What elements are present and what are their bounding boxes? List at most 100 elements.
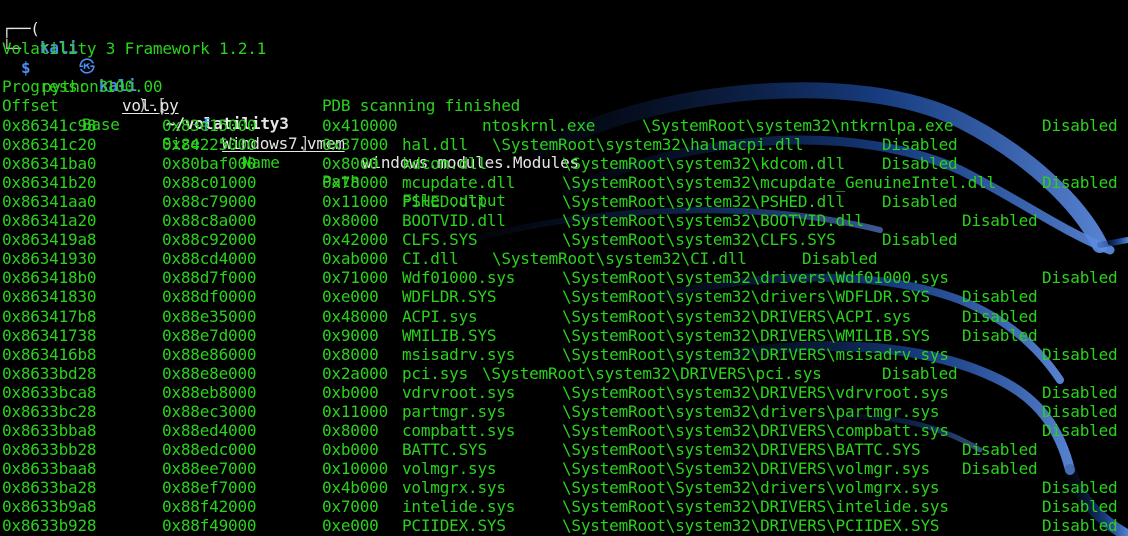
cell-file-output: Disabled [1042, 420, 1118, 440]
cell-base: 0x83e15000 [162, 116, 257, 135]
cell-base: 0x88d7f000 [162, 268, 257, 288]
cell-offset: 0x8633b9a8 [2, 497, 97, 516]
cell-name: volmgr.sys [402, 458, 497, 478]
cell-base: 0x88e35000 [162, 306, 257, 326]
cell-base: 0x88f49000 [162, 516, 257, 536]
cell-offset: 0x8633bc28 [2, 401, 97, 421]
cell-name: kdcom.dll [402, 154, 487, 174]
cell-name: Wdf01000.sys [402, 268, 516, 288]
cell-size: 0x48000 [322, 306, 389, 326]
cell-name: ACPI.sys [402, 306, 478, 326]
cell-size: 0xe000 [322, 516, 379, 536]
cell-size: 0xb000 [322, 439, 379, 459]
command-line[interactable]: └─ $ python3 vol.py -f Windows7.vmem win… [2, 20, 579, 172]
cell-offset: 0x8633bba8 [2, 420, 97, 440]
cell-file-output: Disabled [1042, 344, 1118, 364]
cell-base: 0x88e86000 [162, 344, 257, 364]
cell-base: 0x88f42000 [162, 497, 257, 516]
cell-base: 0x88c01000 [162, 173, 257, 193]
cell-base: 0x88cd4000 [162, 249, 257, 269]
cell-name: vdrvroot.sys [402, 382, 516, 402]
cell-offset: 0x8633bb28 [2, 439, 97, 459]
cell-base: 0x88c8a000 [162, 211, 257, 231]
cell-offset: 0x863419a8 [2, 230, 97, 250]
cell-name: pci.sys [402, 363, 469, 383]
cell-name: partmgr.sys [402, 401, 506, 421]
cell-file-output: Disabled [1042, 116, 1118, 135]
cell-name: PCIIDEX.SYS [402, 516, 506, 536]
header-offset: Offset [2, 96, 59, 115]
cell-path: \SystemRoot\system32\CLFS.SYS [562, 230, 836, 250]
cell-path: \SystemRoot\system32\drivers\partmgr.sys [562, 401, 940, 421]
cell-path: \SystemRoot\system32\drivers\Wdf01000.sy… [562, 268, 949, 288]
cell-offset: 0x86341aa0 [2, 192, 97, 212]
cell-path: \SystemRoot\system32\DRIVERS\msisadrv.sy… [562, 344, 949, 364]
cell-offset: 0x8633baa8 [2, 458, 97, 478]
cell-path: \SystemRoot\system32\CI.dll [492, 249, 747, 269]
cell-file-output: Disabled [1042, 173, 1118, 193]
cell-offset: 0x86341c20 [2, 135, 97, 155]
cell-name: compbatt.sys [402, 420, 516, 440]
prompt-skull-icon: ㉿ [79, 57, 95, 76]
cell-offset: 0x8633bca8 [2, 382, 97, 402]
cell-offset: 0x86341a20 [2, 211, 97, 231]
cell-size: 0x8000 [322, 211, 379, 231]
cell-offset: 0x8633ba28 [2, 477, 97, 497]
cell-base: 0x88e8e000 [162, 363, 257, 383]
cell-size: 0x410000 [322, 116, 398, 135]
cell-name: PSHED.dll [402, 192, 487, 212]
cell-size: 0x78000 [322, 173, 389, 193]
cell-path: \SystemRoot\system32\DRIVERS\PCIIDEX.SYS [562, 516, 940, 536]
cell-name: CLFS.SYS [402, 230, 478, 250]
cell-size: 0xe000 [322, 287, 379, 307]
cell-name: WMILIB.SYS [402, 325, 497, 345]
cell-offset: 0x86341b20 [2, 173, 97, 193]
cell-path: \SystemRoot\system32\halmacpi.dll [492, 135, 804, 155]
cell-name: BOOTVID.dll [402, 211, 506, 231]
cell-file-output: Disabled [802, 249, 878, 269]
cell-file-output: Disabled [882, 135, 958, 155]
cell-size: 0x7000 [322, 497, 379, 516]
cell-name: mcupdate.dll [402, 173, 516, 193]
cell-name: intelide.sys [402, 497, 516, 516]
cell-size: 0x9000 [322, 325, 379, 345]
cell-path: \SystemRoot\System32\DRIVERS\volmgr.sys [562, 458, 930, 478]
cell-base: 0x88ed4000 [162, 420, 257, 440]
cell-path: \SystemRoot\system32\DRIVERS\ACPI.sys [562, 306, 912, 326]
cell-path: \SystemRoot\system32\ntkrnlpa.exe [642, 116, 954, 135]
cell-base: 0x80baf000 [162, 154, 257, 174]
banner: Volatility 3 Framework 1.2.1 [2, 39, 267, 58]
cell-base: 0x88df0000 [162, 287, 257, 307]
cell-file-output: Disabled [962, 287, 1038, 307]
cell-offset: 0x8633b928 [2, 516, 97, 536]
cell-file-output: Disabled [1042, 401, 1118, 421]
cell-file-output: Disabled [1042, 382, 1118, 402]
cell-size: 0x2a000 [322, 363, 389, 383]
cell-file-output: Disabled [882, 192, 958, 212]
cell-name: volmgrx.sys [402, 477, 506, 497]
cell-name: ntoskrnl.exe [482, 116, 596, 135]
cell-path: \SystemRoot\system32\drivers\WDFLDR.SYS [562, 287, 930, 307]
cell-offset: 0x86341ba0 [2, 154, 97, 174]
cell-offset: 0x863417b8 [2, 306, 97, 326]
cell-base: 0x84225000 [162, 135, 257, 155]
cell-path: \SystemRoot\system32\BOOTVID.dll [562, 211, 864, 231]
cell-size: 0x4b000 [322, 477, 389, 497]
cell-name: CI.dll [402, 249, 459, 269]
prompt-line: ┌──( kali ㉿ kali )-[ ~/volatility3 ] [2, 0, 310, 152]
cell-base: 0x88c79000 [162, 192, 257, 212]
cell-path: \SystemRoot\system32\DRIVERS\pci.sys [482, 363, 822, 383]
cell-name: WDFLDR.SYS [402, 287, 497, 307]
terminal-window[interactable]: ┌──( kali ㉿ kali )-[ ~/volatility3 ] └─ … [0, 0, 1128, 536]
cell-offset: 0x86341c98 [2, 116, 97, 135]
cell-size: 0x10000 [322, 458, 389, 478]
cell-file-output: Disabled [962, 325, 1038, 345]
cell-offset: 0x863418b0 [2, 268, 97, 288]
cell-size: 0x37000 [322, 135, 389, 155]
cell-size: 0x71000 [322, 268, 389, 288]
cell-path: \SystemRoot\system32\DRIVERS\vdrvroot.sy… [562, 382, 949, 402]
cell-size: 0x11000 [322, 192, 389, 212]
cell-file-output: Disabled [882, 154, 958, 174]
cell-name: hal.dll [402, 135, 469, 155]
cell-offset: 0x8633bd28 [2, 363, 97, 383]
